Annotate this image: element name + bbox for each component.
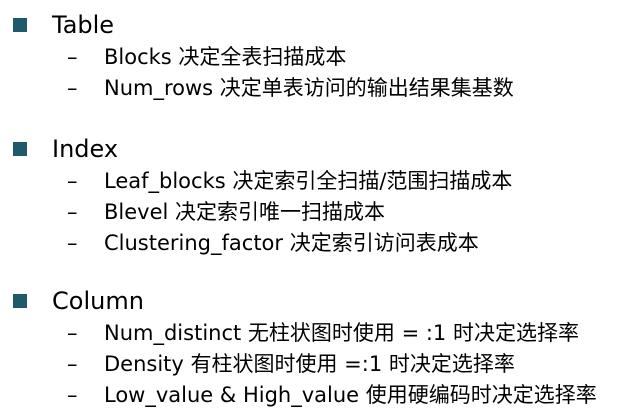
list-item-text: Low_value & High_value 使用硬编码时决定选择率 <box>104 383 597 407</box>
section-table: Table – Blocks 决定全表扫描成本 – Num_rows 决定单表访… <box>0 8 631 104</box>
section-heading-table: Table <box>52 11 115 39</box>
sub-list-index: – Leaf_blocks 决定索引全扫描/范围扫描成本 – Blevel 决定… <box>0 166 631 259</box>
list-item-text: Leaf_blocks 决定索引全扫描/范围扫描成本 <box>104 169 513 193</box>
dash-marker: – <box>67 76 78 100</box>
sub-list-column: – Num_distinct 无柱状图时使用 = :1 时决定选择率 – Den… <box>0 318 631 411</box>
list-item: – Num_distinct 无柱状图时使用 = :1 时决定选择率 <box>0 318 631 349</box>
list-item: – Blocks 决定全表扫描成本 <box>0 42 631 73</box>
heading-row-column: Column <box>0 284 631 318</box>
slide-page: Table – Blocks 决定全表扫描成本 – Num_rows 决定单表访… <box>0 0 631 407</box>
list-item: – Num_rows 决定单表访问的输出结果集基数 <box>0 73 631 104</box>
list-item-text: Blocks 决定全表扫描成本 <box>104 45 347 69</box>
list-item-text: Clustering_factor 决定索引访问表成本 <box>104 231 479 255</box>
square-bullet-icon <box>13 294 27 308</box>
list-item: – Blevel 决定索引唯一扫描成本 <box>0 197 631 228</box>
list-item: – Density 有柱状图时使用 =:1 时决定选择率 <box>0 349 631 380</box>
list-item: – Clustering_factor 决定索引访问表成本 <box>0 228 631 259</box>
dash-marker: – <box>67 231 78 255</box>
list-item-text: Num_distinct 无柱状图时使用 = :1 时决定选择率 <box>104 321 579 345</box>
dash-marker: – <box>67 383 78 407</box>
list-item-text: Density 有柱状图时使用 =:1 时决定选择率 <box>104 352 515 376</box>
section-index: Index – Leaf_blocks 决定索引全扫描/范围扫描成本 – Ble… <box>0 132 631 259</box>
dash-marker: – <box>67 169 78 193</box>
dash-marker: – <box>67 200 78 224</box>
list-item: – Leaf_blocks 决定索引全扫描/范围扫描成本 <box>0 166 631 197</box>
dash-marker: – <box>67 45 78 69</box>
dash-marker: – <box>67 352 78 376</box>
list-item-text: Blevel 决定索引唯一扫描成本 <box>104 200 386 224</box>
section-column: Column – Num_distinct 无柱状图时使用 = :1 时决定选择… <box>0 284 631 411</box>
square-bullet-icon <box>13 142 27 156</box>
list-item: – Low_value & High_value 使用硬编码时决定选择率 <box>0 380 631 411</box>
heading-row-table: Table <box>0 8 631 42</box>
section-heading-column: Column <box>52 287 144 315</box>
list-item-text: Num_rows 决定单表访问的输出结果集基数 <box>104 76 514 100</box>
dash-marker: – <box>67 321 78 345</box>
section-heading-index: Index <box>52 135 119 163</box>
square-bullet-icon <box>13 18 27 32</box>
heading-row-index: Index <box>0 132 631 166</box>
sub-list-table: – Blocks 决定全表扫描成本 – Num_rows 决定单表访问的输出结果… <box>0 42 631 104</box>
